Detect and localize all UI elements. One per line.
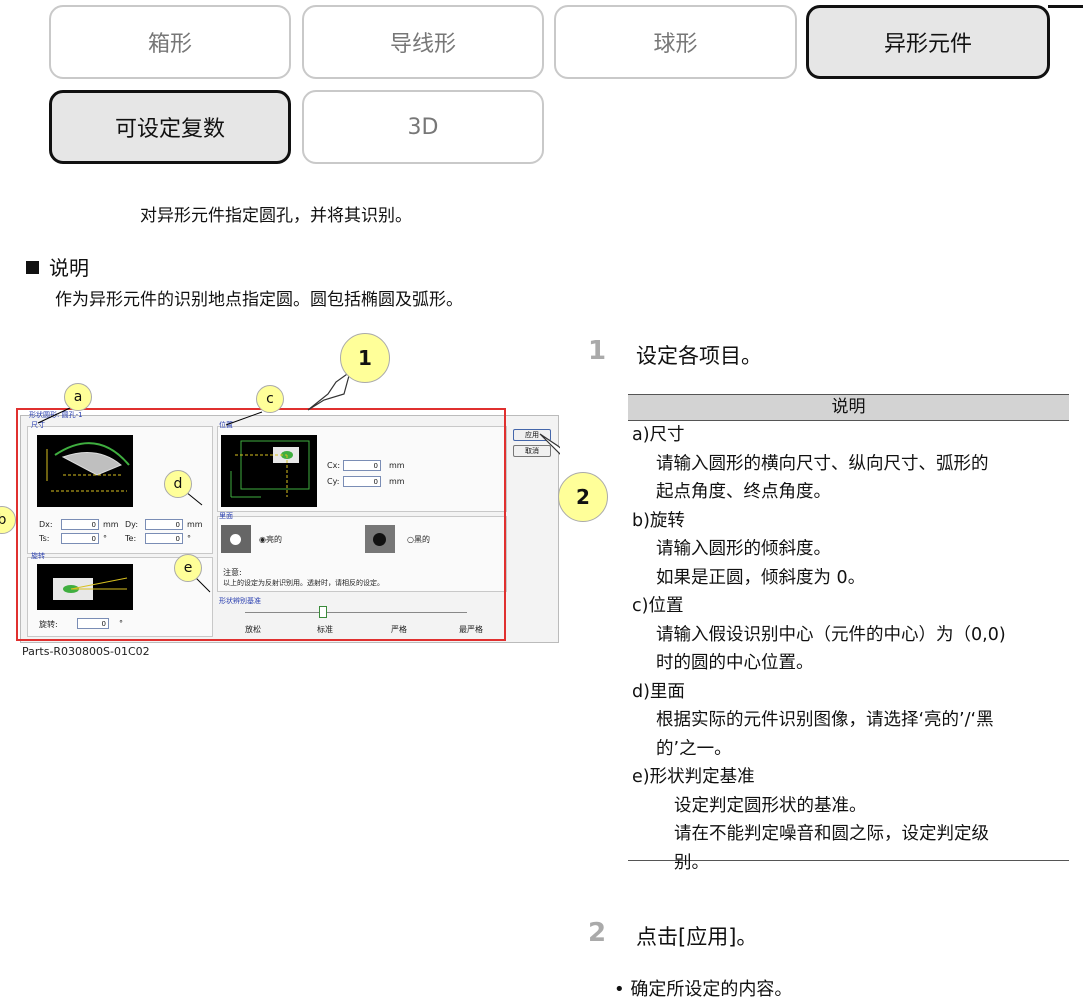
top-rule — [1048, 5, 1083, 8]
section-title: 说明 — [49, 256, 89, 280]
tab-3d[interactable]: 3D — [302, 90, 544, 164]
tab-ball[interactable]: 球形 — [554, 5, 797, 79]
tab-multiple[interactable]: 可设定复数 — [49, 90, 291, 164]
desc-line: 请输入圆形的横向尺寸、纵向尺寸、弧形的 — [656, 453, 989, 474]
bullet-confirm: • 确定所设定的内容。 — [614, 979, 793, 1000]
step-1-text: 设定各项目。 — [636, 344, 762, 368]
desc-line: a)尺寸 — [632, 425, 685, 445]
desc-line: 根据实际的元件识别图像，请选择‘亮的’/‘黑 — [656, 710, 994, 730]
description-body: a)尺寸 请输入圆形的横向尺寸、纵向尺寸、弧形的 起点角度、终点角度。 b)旋转… — [628, 421, 1069, 873]
desc-line: 时的圆的中心位置。 — [656, 653, 814, 673]
desc-line: 请在不能判定噪音和圆之际，设定判定级 — [674, 824, 989, 844]
intro-text: 对异形元件指定圆孔，并将其识别。 — [140, 206, 412, 226]
desc-line: 设定判定圆形状的基准。 — [674, 795, 867, 816]
step-1-number: 1 — [588, 336, 607, 366]
callout-1: 1 — [340, 333, 390, 383]
tab-odd-form[interactable]: 异形元件 — [806, 5, 1050, 79]
desc-line: 请输入假设识别中心（元件的中心）为（0,0) — [656, 624, 1006, 645]
step-2-number: 2 — [588, 918, 607, 948]
callout-a: a — [64, 383, 92, 411]
desc-line: d)里面 — [632, 681, 685, 702]
callout-arrows-lower — [193, 575, 211, 593]
desc-line: 如果是正圆，倾斜度为 0。 — [656, 567, 866, 588]
figure-caption: Parts-R030800S-01C02 — [22, 645, 150, 658]
square-bullet-icon — [26, 261, 39, 274]
step-2-text: 点击[应用]。 — [636, 925, 758, 949]
desc-line: 请输入圆形的倾斜度。 — [656, 539, 831, 559]
description-header: 说明 — [628, 394, 1069, 421]
section-body: 作为异形元件的识别地点指定圆。圆包括椭圆及弧形。 — [55, 290, 463, 310]
desc-line: b)旋转 — [632, 510, 685, 531]
tab-box[interactable]: 箱形 — [49, 5, 291, 79]
tab-lead[interactable]: 导线形 — [302, 5, 544, 79]
desc-line: c)位置 — [632, 596, 684, 616]
section-heading: 说明 — [26, 252, 89, 281]
desc-line: 起点角度、终点角度。 — [656, 482, 831, 502]
callout-d: d — [164, 470, 192, 498]
figure: 形状圆形: 圆孔-1 尺寸 Dx: 0 mm Dy: 0 mm Ts: 0 ° … — [0, 330, 608, 660]
desc-line: 别。 — [674, 852, 709, 873]
desc-line: e)形状判定基准 — [632, 767, 755, 787]
desc-line: 的’之一。 — [656, 738, 732, 759]
callout-c: c — [256, 385, 284, 413]
callout-2: 2 — [558, 472, 608, 522]
callout-e: e — [174, 554, 202, 582]
